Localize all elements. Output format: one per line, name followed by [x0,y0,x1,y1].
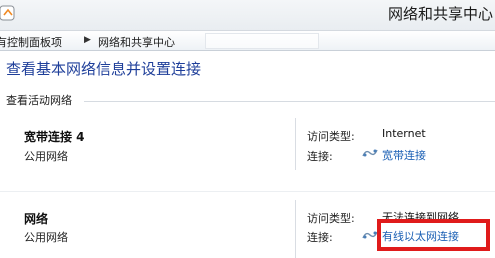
network-name: 网络 [24,212,49,226]
network-connection-icon [362,149,378,157]
access-type-label: 访问类型: [307,212,355,225]
network-connection-icon [362,231,378,239]
breadcrumb-separator-icon[interactable]: ▶ [84,35,91,45]
connection-label: 连接: [307,150,333,163]
card-divider [295,118,296,170]
breadcrumb-item-network-center[interactable]: 网络和共享中心 [98,34,175,50]
card-separator [0,191,495,192]
network-category-link[interactable]: 公用网络 [24,229,68,245]
connection-link[interactable]: 宽带连接 [382,147,426,163]
title-bar: 网络和共享中心 [0,0,495,30]
network-app-icon [0,5,15,21]
window-title: 网络和共享中心 [387,5,493,23]
card-divider [295,200,296,258]
access-type-value: Internet [382,127,426,140]
connection-label: 连接: [307,231,333,244]
section-label: 查看活动网络 [6,94,72,107]
access-type-label: 访问类型: [307,130,355,143]
network-category-link[interactable]: 公用网络 [24,148,68,164]
search-input[interactable] [205,33,319,49]
page-title: 查看基本网络信息并设置连接 [6,60,202,78]
breadcrumb-item-control-panel[interactable]: 有控制面板项 [0,34,62,50]
section-divider [84,101,495,102]
highlight-box [377,219,490,251]
network-name: 宽带连接 4 [24,130,85,144]
